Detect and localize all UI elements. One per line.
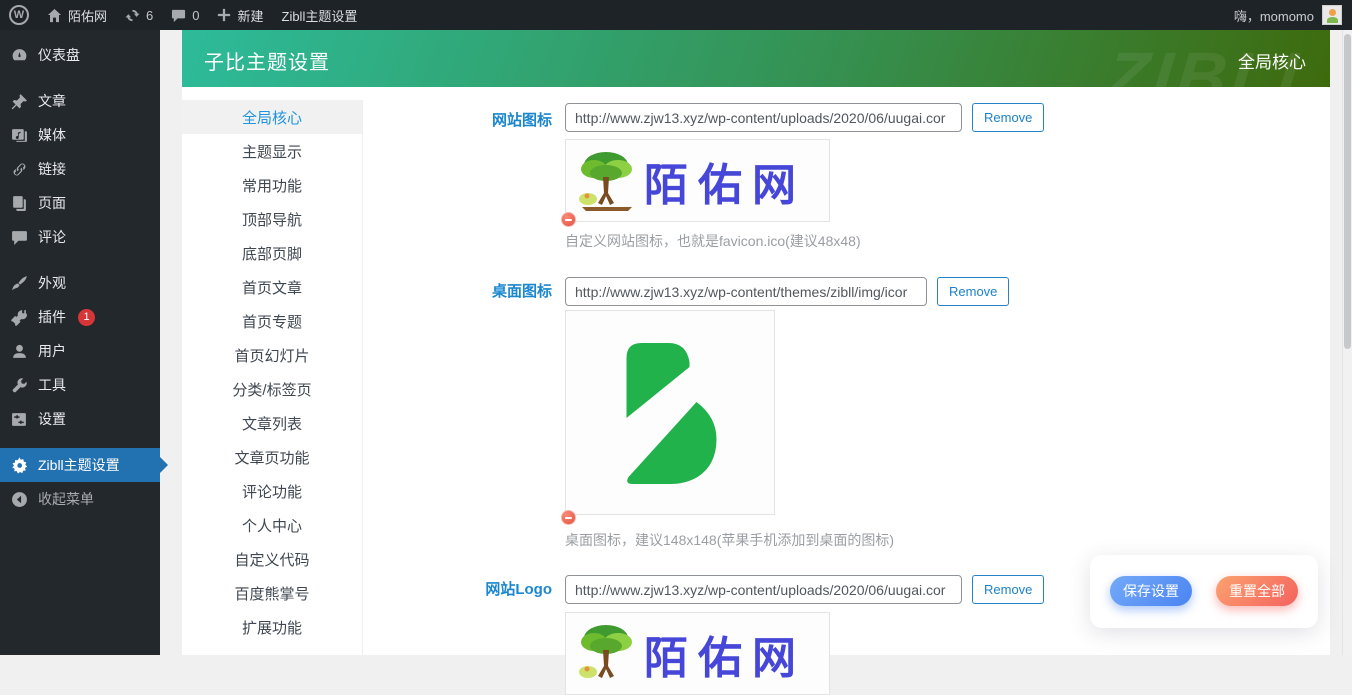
comment-icon [12,230,27,245]
site-home-link[interactable]: 陌佑网 [38,0,116,30]
site-icon-delete-icon[interactable] [561,212,576,227]
site-icon-remove-button[interactable]: Remove [972,103,1045,132]
media-icon [12,128,27,142]
moyou-tree-icon [579,624,632,678]
sidebar-item-appearance[interactable]: 外观 [0,266,160,300]
theme-menu-item-topnav[interactable]: 顶部导航 [182,202,362,236]
moyou-logo-text: 陌佑网 [644,633,806,683]
zibll-watermark: ZIBLL [1101,38,1329,87]
wordpress-logo[interactable]: W [0,0,38,30]
updates-link[interactable]: 6 [116,0,162,30]
site-icon-preview: 陌佑网 [565,139,830,222]
comment-count: 0 [192,7,200,23]
sidebar-item-comments[interactable]: 评论 [0,220,160,254]
theme-settings-shortcut[interactable]: Zibll主题设置 [273,0,367,30]
theme-menu-item-common[interactable]: 常用功能 [182,168,362,202]
new-content-link[interactable]: 新建 [208,0,272,30]
field-label-site-icon: 网站图标 [491,112,552,129]
plus-icon [218,8,231,22]
wordpress-logo-icon: W [9,5,29,25]
avatar [1322,5,1342,25]
theme-menu-item-global[interactable]: 全局核心 [182,100,362,134]
sidebar-item-settings[interactable]: 设置 [0,402,160,436]
comments-link[interactable]: 0 [162,0,208,30]
page-title: 子比主题设置 [204,52,330,74]
pin-icon [11,93,27,109]
theme-menu-item-baidu[interactable]: 百度熊掌号 [182,576,362,610]
sidebar-item-tools[interactable]: 工具 [0,368,160,402]
field-label-site-logo: 网站Logo [485,581,552,598]
comment-icon [172,9,186,22]
site-logo-remove-button[interactable]: Remove [972,575,1045,604]
sliders-icon [12,412,26,426]
plugin-icon [11,309,27,326]
site-name: 陌佑网 [68,8,108,24]
pages-icon [13,195,26,211]
panel-header: 子比主题设置 全局核心 ZIBLL [182,30,1330,87]
desktop-icon-remove-button[interactable]: Remove [937,277,1010,306]
save-settings-button[interactable]: 保存设置 [1110,576,1192,606]
site-icon-description: 自定义网站图标，也就是favicon.ico(建议48x48) [565,233,861,249]
theme-menu-item-comments[interactable]: 评论功能 [182,474,362,508]
greeting: 嗨，momomo [1233,8,1314,24]
gear-icon [12,457,28,473]
theme-menu-item-footer[interactable]: 底部页脚 [182,236,362,270]
sidebar-item-zibll-settings[interactable]: Zibll主题设置 [0,448,168,482]
sidebar-item-dashboard[interactable]: 仪表盘 [0,38,160,72]
desktop-icon-description: 桌面图标，建议148x148(苹果手机添加到桌面的图标) [565,532,895,548]
dashboard-icon [12,48,27,60]
floating-actions-card: 保存设置 重置全部 [1090,555,1318,628]
admin-bar: W 陌佑网 6 0 新建 Zibll主题设置 嗨，momomo [0,0,1352,30]
scrollbar-thumb[interactable] [1344,34,1351,349]
home-icon [47,8,62,22]
moyou-logo-text: 陌佑网 [644,160,806,210]
sidebar-item-pages[interactable]: 页面 [0,186,160,220]
user-icon [13,344,26,358]
wp-admin-sidebar: 仪表盘 文章 媒体 链接 页面 评论 外观 插件 1 用户 工具 设置 Zibl… [0,30,168,655]
sidebar-item-posts[interactable]: 文章 [0,84,160,118]
update-count: 6 [146,7,154,23]
theme-menu-item-display[interactable]: 主题显示 [182,134,362,168]
plugin-update-badge: 1 [78,308,95,326]
theme-menu-item-home-slider[interactable]: 首页幻灯片 [182,338,362,372]
site-icon-url-input[interactable] [565,103,962,132]
site-logo-url-input[interactable] [565,575,962,604]
account-menu[interactable]: 嗨，momomo [1234,5,1352,25]
theme-menu-item-extensions[interactable]: 扩展功能 [182,610,362,644]
theme-menu-item-home-posts[interactable]: 首页文章 [182,270,362,304]
sidebar-item-media[interactable]: 媒体 [0,118,160,152]
new-label: 新建 [237,8,264,24]
theme-menu-item-post-list[interactable]: 文章列表 [182,406,362,440]
theme-menu-item-user-center[interactable]: 个人中心 [182,508,362,542]
zibll-b-logo [626,342,716,484]
desktop-icon-delete-icon[interactable] [561,510,576,525]
site-logo-preview: 陌佑网 [565,612,830,695]
wrench-icon [12,377,27,392]
field-label-desktop-icon: 桌面图标 [491,283,552,300]
sidebar-item-plugins[interactable]: 插件 1 [0,300,160,334]
brush-icon [12,275,27,290]
desktop-icon-preview [565,310,775,515]
theme-menu-item-post-page[interactable]: 文章页功能 [182,440,362,474]
sidebar-item-links[interactable]: 链接 [0,152,160,186]
sidebar-item-users[interactable]: 用户 [0,334,160,368]
update-icon [125,9,140,21]
page-scrollbar[interactable] [1342,30,1352,655]
sidebar-item-collapse-menu[interactable]: 收起菜单 [0,482,160,516]
moyou-tree-icon [579,151,632,211]
collapse-icon [12,491,27,507]
theme-menu-item-home-topics[interactable]: 首页专题 [182,304,362,338]
desktop-icon-url-input[interactable] [565,277,927,306]
theme-menu-item-category-tag[interactable]: 分类/标签页 [182,372,362,406]
theme-menu-item-custom-code[interactable]: 自定义代码 [182,542,362,576]
link-icon [13,163,26,175]
reset-all-button[interactable]: 重置全部 [1216,576,1298,606]
theme-settings-menu: 全局核心 主题显示 常用功能 顶部导航 底部页脚 首页文章 首页专题 首页幻灯片… [182,100,363,655]
